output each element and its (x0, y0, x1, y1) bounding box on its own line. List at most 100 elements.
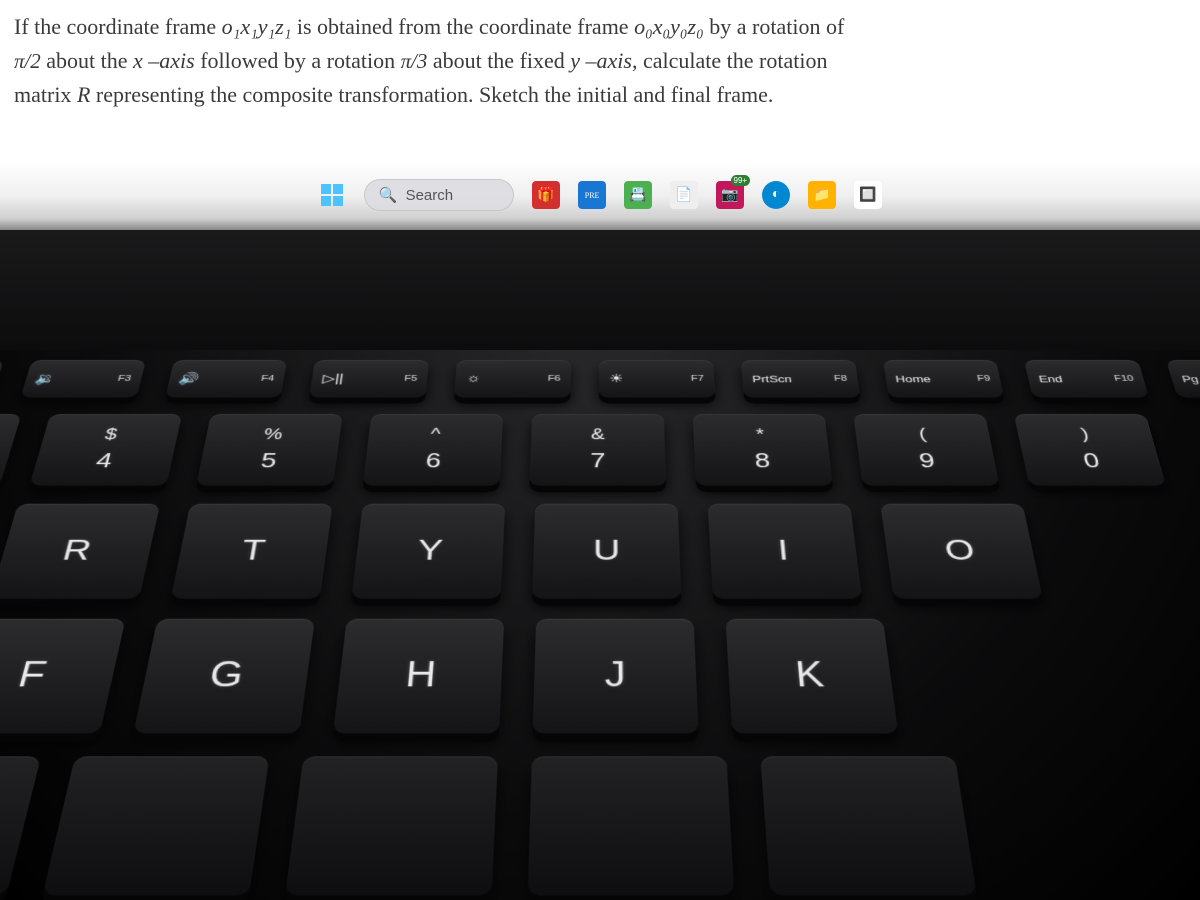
volume-up-icon: 🔊 (178, 371, 201, 385)
key-f5[interactable]: ▷|| F5 (310, 360, 430, 398)
key-letter: G (206, 654, 246, 695)
text: If the coordinate frame (14, 14, 222, 39)
play-pause-icon: ▷|| (322, 371, 345, 385)
file-explorer-icon[interactable]: 📁 (808, 181, 836, 209)
key-letter: R (59, 533, 95, 567)
key-4[interactable]: $4 (30, 414, 183, 486)
search-icon: 🔍 (379, 186, 398, 204)
key-y[interactable]: Y (352, 504, 506, 599)
volume-down-icon: 🔉 (34, 371, 58, 385)
key-bottom-3[interactable] (285, 756, 498, 895)
angle-pi-over-2: π/2 (14, 49, 41, 73)
key-label: F3 (117, 374, 132, 383)
key-number: 7 (590, 448, 605, 472)
key-letter: J (605, 654, 626, 695)
key-7[interactable]: &7 (529, 414, 666, 486)
problem-text: If the coordinate frame o₁x₁y₁z₁ is obta… (14, 10, 1186, 112)
pg-label: Pg (1180, 373, 1200, 384)
taskbar-app-4[interactable]: 📄 (670, 181, 698, 209)
key-6[interactable]: ^6 (363, 414, 503, 486)
key-0[interactable]: )0 (1014, 414, 1166, 486)
taskbar-app-6[interactable]: ◐ (762, 181, 790, 209)
key-o[interactable]: O (880, 504, 1042, 599)
key-label: F5 (404, 374, 418, 383)
key-number: 9 (917, 448, 936, 472)
key-symbol: $ (103, 426, 119, 444)
key-number: 0 (1081, 448, 1102, 472)
key-f4[interactable]: 🔊F4 (165, 360, 288, 398)
key-8[interactable]: *8 (693, 414, 833, 486)
key-bottom-2[interactable] (43, 756, 270, 895)
x-axis-label: x –axis (133, 48, 195, 73)
text: representing the composite transformatio… (90, 82, 773, 107)
key-f[interactable]: F (0, 619, 126, 734)
taskbar-app-5[interactable]: 📷 (716, 181, 744, 209)
start-button[interactable] (318, 181, 346, 209)
screen-bezel (0, 230, 1200, 350)
key-number: 5 (259, 448, 278, 472)
taskbar-app-1[interactable]: 🎁 (532, 181, 560, 209)
key-symbol: ^ (430, 426, 441, 444)
key-letter: K (794, 654, 826, 695)
asdf-row: D F G H J K (0, 619, 1200, 734)
key-label: F9 (976, 374, 991, 383)
key-g[interactable]: G (133, 619, 315, 734)
key-letter: O (942, 533, 977, 567)
key-label: F6 (547, 374, 560, 383)
key-f2[interactable]: F2 (0, 360, 4, 398)
key-letter: U (593, 533, 620, 567)
frame1-symbol: o₁x₁y₁z₁ (222, 14, 292, 39)
key-9[interactable]: (9 (853, 414, 999, 486)
key-t[interactable]: T (171, 504, 333, 599)
key-i[interactable]: I (708, 504, 862, 599)
key-symbol: * (755, 426, 765, 444)
bottom-row (0, 756, 1200, 895)
key-r[interactable]: R (0, 504, 160, 599)
taskbar-app-7[interactable]: 🔲 (854, 181, 882, 209)
windows-taskbar: 🔍 Search 🎁 PRE 📇 📄 📷 ◐ 📁 🔲 (0, 172, 1200, 218)
key-f11[interactable]: Pg (1166, 360, 1200, 398)
taskbar-app-2[interactable]: PRE (578, 181, 606, 209)
laptop-screen: If the coordinate frame o₁x₁y₁z₁ is obta… (0, 0, 1200, 230)
key-number: 4 (94, 448, 115, 472)
key-f7[interactable]: ☀F7 (599, 360, 715, 398)
home-label: Home (895, 373, 932, 384)
key-5[interactable]: %5 (196, 414, 342, 486)
key-j[interactable]: J (533, 619, 699, 734)
qwerty-row: E R T Y U I O (0, 504, 1200, 599)
text: about the fixed (427, 48, 570, 73)
key-label: F10 (1113, 374, 1135, 383)
key-u[interactable]: U (532, 504, 681, 599)
key-bottom-5[interactable] (760, 756, 976, 895)
key-label: F8 (834, 374, 848, 383)
keyboard: F2 🔉F3 🔊F4 ▷||F5 ☼F6 ☀F7 PrtScnF8 HomeF9… (0, 360, 1200, 900)
key-letter: T (239, 533, 268, 567)
key-f8[interactable]: PrtScnF8 (741, 360, 860, 398)
key-symbol: % (262, 426, 284, 444)
function-key-row: F2 🔉 F3 🔊F4 ▷|| F5 ☼ F6 ☀F7 PrtScnF8 Home F9… (0, 360, 1200, 398)
key-f6[interactable]: ☼ F6 (454, 360, 571, 398)
text: , calculate the rotation (632, 48, 827, 73)
key-h[interactable]: H (333, 619, 504, 734)
key-bottom-1[interactable] (0, 756, 41, 895)
end-label: End (1037, 373, 1063, 384)
matrix-R-symbol: R (77, 82, 90, 107)
key-k[interactable]: K (725, 619, 898, 734)
key-f3[interactable]: 🔉 F3 (20, 360, 145, 398)
number-key-row: #3 $4 %5 ^6 &7 *8 (9 )0 (0, 414, 1200, 486)
key-symbol: ( (918, 426, 928, 444)
key-letter: H (404, 654, 438, 695)
key-f10[interactable]: End F10 (1024, 360, 1149, 398)
key-bottom-4[interactable] (528, 756, 734, 895)
taskbar-search[interactable]: 🔍 Search (364, 179, 514, 211)
taskbar-app-3[interactable]: 📇 (624, 181, 652, 209)
brightness-up-icon: ☀ (609, 371, 624, 385)
key-letter: F (14, 654, 51, 695)
key-symbol: ) (1079, 426, 1090, 444)
key-3[interactable]: #3 (0, 414, 22, 486)
text: followed by a rotation (195, 48, 401, 73)
brightness-down-icon: ☼ (465, 372, 481, 385)
key-f9[interactable]: Home F9 (883, 360, 1005, 398)
text: about the (41, 48, 133, 73)
search-placeholder: Search (406, 187, 454, 204)
